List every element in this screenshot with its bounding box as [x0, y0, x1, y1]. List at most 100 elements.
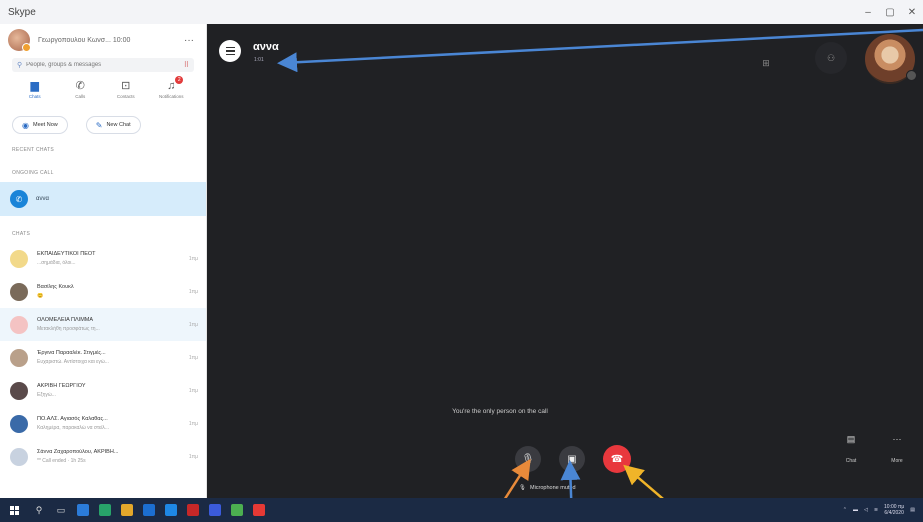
add-person-icon: ⚇ [826, 52, 836, 63]
chat-time: 1πμ [188, 321, 198, 328]
chat-title: Βασίλης Κουκλ [37, 284, 74, 290]
chat-time: 1πμ [188, 354, 198, 361]
chat-preview: Εξηγώ... [37, 392, 56, 398]
new-chat-label: New Chat [106, 122, 131, 128]
chat-time: 1πμ [188, 288, 198, 295]
hang-up-button[interactable]: ☎ [603, 445, 631, 473]
tab-label: Calls [75, 94, 86, 99]
taskbar-app[interactable] [72, 498, 94, 522]
meet-now-label: Meet Now [32, 122, 58, 128]
chat-title: Σάννα Ζαχαροπούλου, ΑΚΡΙΒΗ... [37, 449, 119, 455]
chat-list-item[interactable]: Βασίλης Κουκλ 😊 1πμ [0, 275, 206, 308]
mute-button[interactable]: 🎙︎ [515, 446, 541, 472]
app-icon [77, 504, 89, 516]
volume-icon[interactable]: ◁ [864, 507, 868, 513]
taskbar-app[interactable] [116, 498, 138, 522]
search-box[interactable]: ⚲ ⠿ [12, 58, 194, 72]
taskbar-app[interactable] [94, 498, 116, 522]
avatar [10, 381, 28, 400]
add-participant-button[interactable]: ⚇ [815, 42, 847, 74]
more-button[interactable]: ··· More [883, 428, 911, 464]
chats-heading: CHATS [12, 231, 31, 237]
meet-now-button[interactable]: ◉ Meet Now [12, 116, 68, 134]
notification-badge: 2 [175, 76, 184, 84]
avatar [10, 315, 28, 334]
chat-preview: 😊 [37, 293, 44, 299]
clock[interactable]: 10:00 πμ 6/4/2020 [884, 504, 904, 516]
chat-list-item[interactable]: ΠΟ.ΑΛΣ. Αγιασός Καλαθας... Καλημέρα, παρ… [0, 407, 206, 440]
taskbar-app[interactable] [160, 498, 182, 522]
chat-title: ΑΚΡΙΒΗ ΓΕΩΡΓΙΟΥ [37, 383, 86, 389]
call-controls: 🎙︎ ▣ ☎ [515, 445, 631, 473]
chat-list-item[interactable]: ΑΚΡΙΒΗ ΓΕΩΡΓΙΟΥ Εξηγώ... 1πμ [0, 374, 206, 407]
call-timer: 1:01 [254, 57, 264, 63]
chat-list-item[interactable]: ΟΛΟΜΕΛΕΙΑ ΠΛΙΜΜΑ Μετακλήθη προσφάτως τη.… [0, 308, 206, 341]
avatar[interactable] [8, 29, 31, 52]
tab-contacts[interactable]: ⊡ Contacts [109, 78, 143, 112]
open-chat-button[interactable]: ▤ Chat [837, 428, 865, 464]
system-tray: ⌃ ▬ ◁ ≋ 10:00 πμ 6/4/2020 ▤ [843, 504, 923, 516]
chat-icon: ▤ [846, 434, 856, 444]
maximize-button[interactable]: ▢ [879, 0, 901, 24]
ongoing-call-heading: ONGOING CALL [12, 170, 54, 176]
task-view-button[interactable]: ▭ [50, 498, 72, 522]
avatar [10, 447, 28, 466]
dialpad-icon[interactable]: ⠿ [184, 61, 189, 69]
contacts-icon: ⊡ [121, 80, 131, 92]
video-toggle-button[interactable]: ▣ [559, 446, 585, 472]
taskbar-app[interactable] [182, 498, 204, 522]
start-button[interactable] [0, 498, 28, 522]
notifications-icon[interactable]: ▤ [910, 507, 915, 513]
taskbar: ⚲ ▭ ⌃ ▬ ◁ ≋ 10:00 πμ 6/4/2020 ▤ [0, 498, 923, 522]
avatar [10, 282, 28, 301]
app-icon [253, 504, 265, 516]
recent-chats-heading[interactable]: RECENT CHATS [0, 144, 206, 156]
taskbar-app[interactable] [248, 498, 270, 522]
profile-name: Γεωργοπουλου Κωνσ... 10:00 [38, 36, 131, 44]
call-status-text: You're the only person on the call [452, 408, 548, 415]
mic-muted-label: Microphone muted [529, 485, 576, 491]
video-icon: ◉ [22, 120, 29, 130]
app-icon [209, 504, 221, 516]
taskbar-app[interactable] [138, 498, 160, 522]
end-call-icon: ☎ [610, 453, 624, 465]
app-icon [165, 504, 177, 516]
minimize-button[interactable]: – [857, 0, 879, 24]
taskbar-app[interactable] [226, 498, 248, 522]
self-video-preview[interactable] [865, 34, 917, 84]
new-chat-button[interactable]: ✎ New Chat [85, 116, 141, 134]
menu-button[interactable] [219, 40, 241, 62]
taskbar-app[interactable] [204, 498, 226, 522]
call-avatar-icon: ✆ [10, 190, 28, 208]
tab-notifications[interactable]: ♫ 2 Notifications [154, 76, 188, 112]
sidebar: Γεωργοπουλου Κωνσ... 10:00 ··· ⚲ ⠿ ▆ Cha… [0, 24, 207, 498]
taskbar-search-button[interactable]: ⚲ [28, 498, 50, 522]
network-icon[interactable]: ≋ [874, 507, 878, 513]
more-icon: ··· [892, 434, 902, 444]
close-button[interactable]: ✕ [901, 0, 923, 24]
ongoing-call-item[interactable]: ✆ αννα [0, 182, 206, 216]
chat-list-item[interactable]: Έργινα Παρααλέκ. Στιγμές... Ευχαριστώ. Α… [0, 341, 206, 374]
chat-list-item[interactable]: Σάννα Ζαχαροπούλου, ΑΚΡΙΒΗ... ** Call en… [0, 440, 206, 473]
chevron-up-icon[interactable]: ⌃ [843, 507, 847, 513]
bell-icon: ♫ [167, 80, 176, 92]
more-options-icon[interactable]: ··· [180, 35, 198, 46]
layout-toggle-button[interactable]: ⊞ [755, 52, 777, 74]
title-bar: Skype – ▢ ✕ [0, 0, 923, 24]
chat-list: ΕΚΠΑΙΔΕΥΤΙΚΟΙ ΠΕΟΤ ...σημάδια, όλοι... 1… [0, 242, 206, 473]
tab-calls[interactable]: ✆ Calls [63, 78, 97, 112]
app-icon [99, 504, 111, 516]
chat-list-item[interactable]: ΕΚΠΑΙΔΕΥΤΙΚΟΙ ΠΕΟΤ ...σημάδια, όλοι... 1… [0, 242, 206, 275]
ongoing-call-name: αννα [36, 196, 49, 202]
search-input[interactable] [26, 62, 184, 68]
chat-title: ΠΟ.ΑΛΣ. Αγιασός Καλαθας... [37, 416, 108, 422]
chat-time: 1πμ [188, 453, 198, 460]
app-icon [187, 504, 199, 516]
grid-icon: ⊞ [762, 57, 770, 68]
chat-time: 1πμ [188, 420, 198, 427]
battery-icon[interactable]: ▬ [853, 507, 858, 513]
mic-muted-indicator: 🎙︎ Microphone muted [519, 485, 576, 491]
more-button-label: More [891, 458, 903, 464]
tab-chats[interactable]: ▆ Chats [18, 78, 52, 112]
profile-header[interactable]: Γεωργοπουλου Κωνσ... 10:00 ··· [0, 24, 206, 56]
